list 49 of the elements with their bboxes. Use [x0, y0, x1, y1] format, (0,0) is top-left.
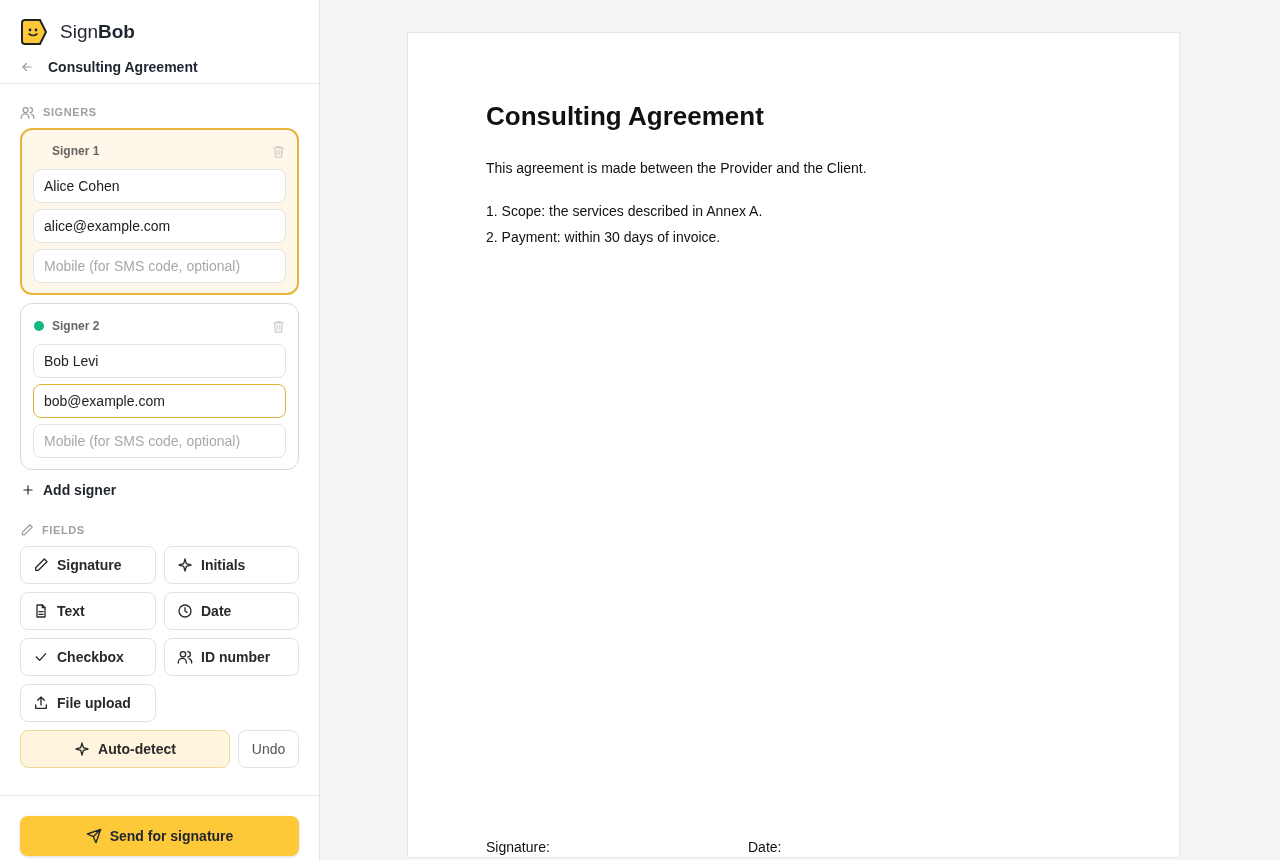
pencil-icon	[20, 523, 34, 537]
field-button[interactable]: Initials	[164, 546, 299, 584]
email-field[interactable]: alice@example.com	[33, 209, 286, 243]
document-heading: Consulting Agreement	[486, 101, 765, 132]
users-icon	[20, 104, 35, 120]
signer-card[interactable]: Signer 1 Alice Cohen alice@example.com Mobile (for SMS code, optional)	[20, 128, 299, 295]
field-button[interactable]: Text	[20, 592, 156, 630]
clock-icon	[177, 603, 193, 619]
field-button[interactable]: File upload	[20, 684, 156, 722]
plus-icon	[21, 483, 35, 497]
signature-line-label: Date:	[748, 839, 782, 855]
signer-label: Signer 1	[52, 144, 101, 158]
field-button[interactable]: ID number	[164, 638, 299, 676]
smiley-logo-icon	[20, 18, 48, 46]
name-field[interactable]: Bob Levi	[33, 344, 286, 378]
back-button[interactable]	[20, 60, 34, 74]
arrow-left-icon	[20, 60, 34, 74]
clause-text: 2. Payment: within 30 days of invoice.	[486, 228, 722, 246]
signer-label: Signer 2	[52, 319, 101, 333]
send-button[interactable]: Send for signature	[20, 816, 299, 856]
pencil-icon	[33, 557, 49, 573]
section-title: SIGNERS	[43, 106, 97, 118]
undo-button[interactable]: Undo	[238, 730, 299, 768]
field-button[interactable]: Checkbox	[20, 638, 156, 676]
document-icon	[33, 603, 49, 619]
mobile-field[interactable]: Mobile (for SMS code, optional)	[33, 424, 286, 458]
trash-icon	[271, 143, 286, 159]
section-title: FIELDS	[42, 524, 85, 536]
send-icon	[85, 828, 102, 844]
email-field[interactable]: bob@example.com	[33, 384, 286, 418]
brand-name: SignBob	[60, 21, 135, 43]
name-field[interactable]: Alice Cohen	[33, 169, 286, 203]
mobile-field[interactable]: Mobile (for SMS code, optional)	[33, 249, 286, 283]
field-button[interactable]: Signature	[20, 546, 156, 584]
trash-icon	[271, 318, 286, 334]
upload-icon	[33, 695, 49, 711]
sparkle-icon	[177, 557, 193, 573]
sparkle-icon	[74, 741, 91, 757]
users-icon	[177, 649, 193, 665]
field-button[interactable]: Date	[164, 592, 299, 630]
paragraph: This agreement is made between the Provider and the Client.	[486, 160, 868, 176]
add-signer-button[interactable]: Add signer	[21, 480, 299, 500]
clause-text: 1. Scope: the services described in Annex A.	[486, 202, 764, 220]
delete-button[interactable]	[271, 143, 286, 159]
auto-detect-button[interactable]: Auto-detect	[20, 730, 230, 768]
signature-line-label: Signature:	[486, 839, 551, 855]
document-title: Consulting Agreement	[48, 59, 198, 75]
signer-card[interactable]: Signer 2 Bob Levi bob@example.com Mobile (for SMS code, optional)	[20, 303, 299, 470]
delete-button[interactable]	[271, 318, 286, 334]
